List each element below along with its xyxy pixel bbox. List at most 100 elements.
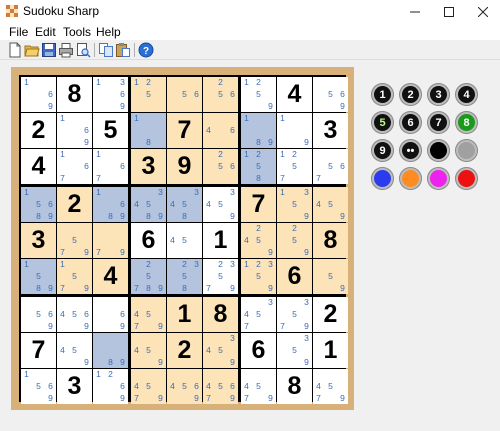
sudoku-cell[interactable]: 3 457 [241, 297, 276, 332]
sudoku-cell[interactable]: 2 59 [277, 223, 312, 258]
color-orange-button[interactable] [399, 167, 422, 190]
sudoku-cell[interactable]: 56 [167, 77, 202, 112]
new-button[interactable] [7, 42, 23, 58]
sudoku-cell[interactable]: 8 [203, 297, 238, 332]
sudoku-cell[interactable]: 12 57 [277, 149, 312, 184]
color-blue-button[interactable] [371, 167, 394, 190]
sudoku-cell[interactable]: 8 [277, 369, 312, 404]
sudoku-cell[interactable]: 3 [21, 223, 56, 258]
sudoku-cell[interactable]: 7 [21, 333, 56, 368]
digit-7-button[interactable]: 7 [427, 111, 450, 134]
sudoku-cell[interactable]: 2 5789 [131, 259, 166, 294]
sudoku-cell[interactable]: 357 9 [277, 297, 312, 332]
sudoku-cell[interactable]: 1589 [21, 259, 56, 294]
sudoku-cell[interactable]: 1 89 [241, 113, 276, 148]
digit-2-button[interactable]: 2 [399, 83, 422, 106]
menu-help[interactable]: Help [96, 25, 121, 39]
sudoku-cell[interactable]: 459 [57, 333, 92, 368]
color-black-button[interactable] [427, 139, 450, 162]
open-button[interactable] [24, 42, 40, 58]
color-magenta-button[interactable] [427, 167, 450, 190]
color-red-button[interactable] [455, 167, 478, 190]
sudoku-cell[interactable]: 56 9 [313, 77, 348, 112]
sudoku-cell[interactable]: 8 [313, 223, 348, 258]
digit-8-button[interactable]: 8 [455, 111, 478, 134]
sudoku-cell[interactable]: 457 9 [313, 369, 348, 404]
digit-9-button[interactable]: 9 [371, 139, 394, 162]
sudoku-cell[interactable]: 456 7 9 [203, 369, 238, 404]
sudoku-cell[interactable]: 4 [93, 259, 128, 294]
sudoku-cell[interactable]: 4 [21, 149, 56, 184]
sudoku-cell[interactable]: 1579 [57, 259, 92, 294]
sudoku-cell[interactable]: 2 [167, 333, 202, 368]
sudoku-cell[interactable]: 459 [313, 187, 348, 222]
sudoku-cell[interactable]: 56 7 [313, 149, 348, 184]
menu-edit[interactable]: Edit [35, 25, 56, 39]
pencil-mark-button[interactable]: •• [399, 139, 422, 162]
sudoku-cell[interactable]: 59 [313, 259, 348, 294]
sudoku-cell[interactable]: 12359 [241, 259, 276, 294]
maximize-button[interactable] [432, 0, 466, 23]
sudoku-cell[interactable]: 2 [21, 113, 56, 148]
sudoku-cell[interactable]: 6 [131, 223, 166, 258]
sudoku-cell[interactable]: 69 [93, 297, 128, 332]
sudoku-cell[interactable]: 57 9 [57, 223, 92, 258]
sudoku-cell[interactable]: 2 56 [203, 77, 238, 112]
sudoku-cell[interactable]: 235 8 [167, 259, 202, 294]
sudoku-cell[interactable]: 1 6 9 [21, 77, 56, 112]
digit-4-button[interactable]: 4 [455, 83, 478, 106]
sudoku-cell[interactable]: 46 [203, 113, 238, 148]
sudoku-cell[interactable]: 89 [93, 333, 128, 368]
sudoku-cell[interactable]: 126 9 [93, 369, 128, 404]
sudoku-cell[interactable]: 2 [57, 187, 92, 222]
sudoku-cell[interactable]: 3 45 89 [131, 187, 166, 222]
sudoku-cell[interactable]: 1569 [21, 369, 56, 404]
sudoku-cell[interactable]: 2 [313, 297, 348, 332]
sudoku-cell[interactable]: 457 9 [131, 297, 166, 332]
sudoku-cell[interactable]: 45 [167, 223, 202, 258]
sudoku-cell[interactable]: 5 [93, 113, 128, 148]
sudoku-cell[interactable]: 8 [57, 77, 92, 112]
sudoku-cell[interactable]: 1 3 6 9 [93, 77, 128, 112]
close-button[interactable] [466, 0, 500, 23]
sudoku-cell[interactable]: 12 59 [241, 77, 276, 112]
digit-1-button[interactable]: 1 [371, 83, 394, 106]
color-gray-button[interactable] [455, 139, 478, 162]
sudoku-cell[interactable]: 56 9 [21, 297, 56, 332]
sudoku-cell[interactable]: 457 9 [241, 369, 276, 404]
sudoku-cell[interactable]: 1 [313, 333, 348, 368]
sudoku-cell[interactable]: 79 [93, 223, 128, 258]
menu-file[interactable]: File [9, 25, 28, 39]
sudoku-cell[interactable]: 15689 [21, 187, 56, 222]
sudoku-cell[interactable]: 9 [167, 149, 202, 184]
save-button[interactable] [41, 42, 57, 58]
digit-5-button[interactable]: 5 [371, 111, 394, 134]
sudoku-cell[interactable]: 1 [167, 297, 202, 332]
print-preview-button[interactable] [75, 42, 91, 58]
sudoku-cell[interactable]: 12 5 [131, 77, 166, 112]
sudoku-cell[interactable]: 1689 [93, 187, 128, 222]
sudoku-cell[interactable]: 3 459 [203, 333, 238, 368]
sudoku-cell[interactable]: 2357 9 [203, 259, 238, 294]
sudoku-cell[interactable]: 3 45 8 [167, 187, 202, 222]
sudoku-cell[interactable]: 6 [241, 333, 276, 368]
sudoku-cell[interactable]: 2 56 [203, 149, 238, 184]
sudoku-cell[interactable]: 1 359 [277, 187, 312, 222]
copy-button[interactable] [98, 42, 114, 58]
sudoku-cell[interactable]: 1 6 9 [57, 113, 92, 148]
sudoku-cell[interactable]: 3 [57, 369, 92, 404]
sudoku-cell[interactable]: 4 [277, 77, 312, 112]
paste-button[interactable] [115, 42, 131, 58]
sudoku-cell[interactable]: 1 [203, 223, 238, 258]
help-button[interactable]: ? [138, 42, 154, 58]
sudoku-cell[interactable]: 18 [131, 113, 166, 148]
digit-6-button[interactable]: 6 [399, 111, 422, 134]
sudoku-cell[interactable]: 7 [241, 187, 276, 222]
sudoku-cell[interactable]: 1 6 7 [93, 149, 128, 184]
sudoku-cell[interactable]: 1 6 7 [57, 149, 92, 184]
sudoku-cell[interactable]: 3 459 [203, 187, 238, 222]
sudoku-cell[interactable]: 7 [167, 113, 202, 148]
sudoku-cell[interactable]: 3 [313, 113, 348, 148]
sudoku-cell[interactable]: 6 [277, 259, 312, 294]
digit-3-button[interactable]: 3 [427, 83, 450, 106]
